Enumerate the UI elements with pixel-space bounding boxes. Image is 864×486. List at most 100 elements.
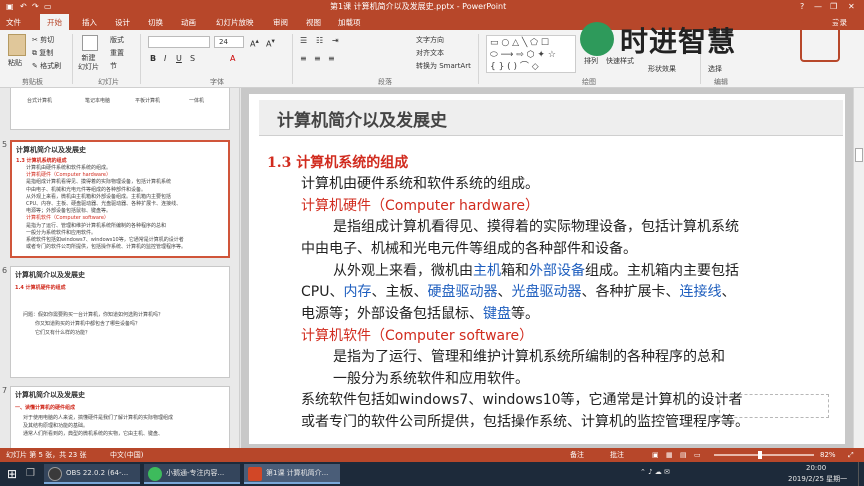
shape-effects-button[interactable]: 形状效果	[648, 64, 676, 74]
slide-thumb-7[interactable]: 计算机简介以及发展史 一、读懂计算机的硬件组成 对于使用电脑的人来说，搞懂硬件是…	[10, 386, 230, 448]
shrink-font-icon[interactable]: A▾	[266, 37, 275, 49]
clock-time[interactable]: 20:00	[806, 464, 826, 472]
align-center-icon[interactable]: ≡	[314, 54, 321, 63]
task-view-icon[interactable]: ❐	[26, 466, 36, 482]
align-left-icon[interactable]: ≡	[300, 54, 307, 63]
font-size-box[interactable]: 24	[214, 36, 244, 48]
arrange-button[interactable]: 排列	[584, 56, 598, 66]
font-name-box[interactable]	[148, 36, 210, 48]
slide-thumb-6[interactable]: 计算机简介以及发展史 1.4 计算机硬件的组成 问题：假如你需要购买一台计算机，…	[10, 266, 230, 378]
slide-counter: 幻灯片 第 5 张，共 23 张	[6, 451, 87, 459]
window-title: 第1课 计算机简介以及发展史.pptx - PowerPoint	[330, 2, 507, 11]
start-slideshow-icon[interactable]: ▭	[44, 0, 52, 14]
tab-animations[interactable]: 动画	[181, 17, 196, 28]
section-button[interactable]: 节	[110, 61, 117, 71]
slide-title[interactable]: 计算机简介以及发展史	[277, 106, 447, 131]
slide-number-5: 5	[2, 140, 8, 149]
taskbar-xiaoetong[interactable]: 小鹅通-专注内容...	[144, 464, 240, 484]
taskbar-powerpoint[interactable]: 第1课 计算机简介...	[244, 464, 340, 484]
smartart-button[interactable]: 转换为 SmartArt	[416, 61, 471, 71]
zoom-level[interactable]: 82%	[820, 448, 836, 462]
scissors-icon: ✂	[32, 36, 41, 44]
restore-icon[interactable]: ❐	[830, 0, 837, 14]
align-text-button[interactable]: 对齐文本	[416, 48, 444, 58]
powerpoint-icon	[248, 467, 262, 481]
start-icon[interactable]: ⊞	[4, 466, 20, 482]
brush-icon: ✎	[32, 62, 41, 70]
underline-icon[interactable]: U	[176, 54, 182, 63]
current-slide[interactable]: 计算机简介以及发展史 1.3 计算机系统的组成 计算机由硬件系统和软件系统的组成…	[249, 94, 845, 444]
format-painter-button[interactable]: ✎ 格式刷	[32, 61, 61, 71]
minimize-icon[interactable]: —	[814, 0, 822, 14]
tab-transitions[interactable]: 切换	[148, 17, 163, 28]
close-icon[interactable]: ✕	[848, 0, 855, 14]
show-desktop-button[interactable]	[858, 462, 864, 486]
copy-button[interactable]: ⧉ 复制	[32, 48, 53, 58]
indent-icon[interactable]: ⇥	[332, 36, 339, 45]
group-editing: 编辑	[714, 78, 728, 86]
group-paragraph: 段落	[378, 78, 392, 86]
tab-design[interactable]: 设计	[115, 17, 130, 28]
tab-file[interactable]: 文件	[6, 17, 21, 28]
obs-icon	[48, 467, 62, 481]
cut-button[interactable]: ✂ 剪切	[32, 35, 54, 45]
grow-font-icon[interactable]: A▴	[250, 37, 259, 49]
font-color-icon[interactable]: A	[230, 54, 235, 63]
slide-number-6: 6	[2, 266, 8, 275]
new-slide-button[interactable]: 新建 幻灯片	[78, 54, 99, 72]
status-bar: 幻灯片 第 5 张，共 23 张 中文(中国) 备注 批注 ▣ ▦ ▤ ▭ 82…	[0, 448, 864, 462]
bold-icon[interactable]: B	[150, 54, 156, 63]
tab-slideshow[interactable]: 幻灯片放映	[216, 17, 254, 28]
logo-mark-icon	[580, 22, 614, 56]
clock-date[interactable]: 2019/2/25 星期一	[788, 474, 847, 484]
shapes-gallery[interactable]: ▭ ○ △ ╲ ⬠ ☐ ⬭ ⟶ ⇨ ⬡ ✦ ☆{ } ( ) ⌒ ◇	[486, 35, 576, 73]
help-icon[interactable]: ?	[800, 0, 804, 14]
vertical-scrollbar[interactable]	[853, 88, 864, 448]
slide-thumbnails-pane[interactable]: 台式计算机 笔记本电脑 平板计算机 一体机 5 计算机简介以及发展史 1.3 计…	[0, 88, 240, 448]
reading-view-icon[interactable]: ▤	[680, 448, 687, 462]
tab-review[interactable]: 审阅	[273, 17, 288, 28]
slideshow-view-icon[interactable]: ▭	[694, 448, 701, 462]
numbering-icon[interactable]: ☷	[316, 36, 323, 45]
tab-addins[interactable]: 加载项	[338, 17, 361, 28]
bullets-icon[interactable]: ☰	[300, 36, 307, 45]
language-indicator[interactable]: 中文(中国)	[110, 448, 143, 462]
tab-home[interactable]: 开始	[40, 14, 69, 30]
select-button[interactable]: 选择	[708, 64, 722, 74]
reset-button[interactable]: 重置	[110, 48, 124, 58]
new-slide-icon[interactable]	[82, 35, 98, 51]
title-bar: ▣ ↶ ↷ ▭ 第1课 计算机简介以及发展史.pptx - PowerPoint…	[0, 0, 864, 14]
paste-button[interactable]: 粘贴	[8, 58, 22, 68]
save-icon[interactable]: ▣	[6, 0, 14, 14]
tab-view[interactable]: 视图	[306, 17, 321, 28]
layout-button[interactable]: 版式	[110, 35, 124, 45]
undo-icon[interactable]: ↶	[20, 0, 27, 14]
zoom-slider-thumb[interactable]	[758, 451, 762, 459]
redo-icon[interactable]: ↷	[32, 0, 39, 14]
scrollbar-thumb[interactable]	[855, 148, 863, 162]
watermark-seal-icon	[719, 394, 829, 418]
taskbar-obs[interactable]: OBS 22.0.2 (64-...	[44, 464, 140, 484]
slide-thumb-5[interactable]: 计算机简介以及发展史 1.3 计算机系统的组成 计算机由硬件系统和软件系统的组成…	[10, 140, 230, 258]
logo-text: 时进智慧	[620, 25, 737, 58]
group-font: 字体	[210, 78, 224, 86]
comments-button[interactable]: 批注	[610, 448, 624, 462]
tab-insert[interactable]: 插入	[82, 17, 97, 28]
powerpoint-window: ▣ ↶ ↷ ▭ 第1课 计算机简介以及发展史.pptx - PowerPoint…	[0, 0, 864, 486]
paste-icon[interactable]	[8, 34, 26, 56]
zoom-slider[interactable]	[714, 454, 814, 456]
normal-view-icon[interactable]: ▣	[652, 448, 659, 462]
group-drawing: 绘图	[582, 78, 596, 86]
tray-icons[interactable]: ⌃ ♪ ☁ ✉	[640, 468, 670, 476]
shadow-icon[interactable]: S	[190, 54, 195, 63]
slide-thumb-4[interactable]: 台式计算机 笔记本电脑 平板计算机 一体机	[10, 88, 230, 130]
notes-button[interactable]: 备注	[570, 448, 584, 462]
text-direction-button[interactable]: 文字方向	[416, 35, 444, 45]
group-clipboard: 剪贴板	[22, 78, 43, 86]
align-right-icon[interactable]: ≡	[328, 54, 335, 63]
section-heading[interactable]: 1.3 计算机系统的组成	[267, 152, 408, 172]
slide-editor[interactable]: 计算机简介以及发展史 1.3 计算机系统的组成 计算机由硬件系统和软件系统的组成…	[241, 88, 853, 448]
italic-icon[interactable]: I	[164, 54, 166, 63]
fit-slide-icon[interactable]: ⤢	[848, 448, 854, 462]
sorter-view-icon[interactable]: ▦	[666, 448, 673, 462]
